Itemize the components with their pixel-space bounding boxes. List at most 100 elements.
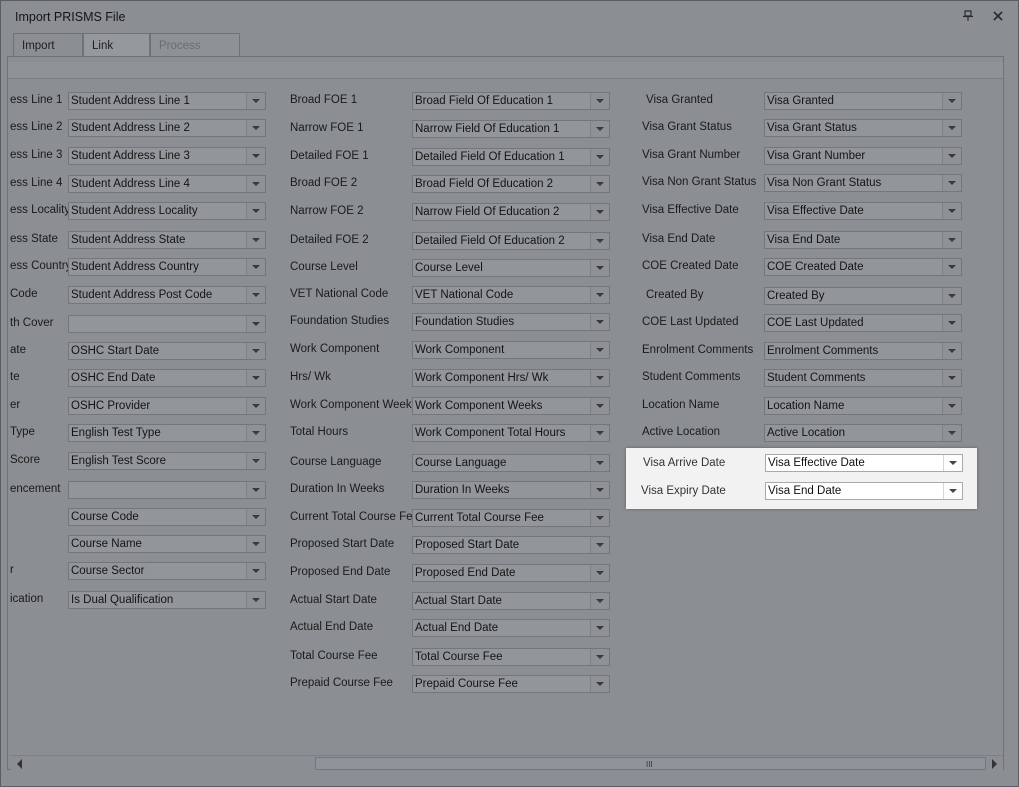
- chevron-down-icon[interactable]: [942, 120, 961, 136]
- chevron-down-icon[interactable]: [590, 565, 609, 581]
- chevron-down-icon[interactable]: [246, 343, 265, 359]
- field-mapping-combo[interactable]: Visa Non Grant Status: [764, 174, 962, 192]
- chevron-down-icon[interactable]: [590, 649, 609, 665]
- scrollbar-thumb[interactable]: III: [315, 757, 986, 770]
- field-mapping-combo[interactable]: Course Code: [68, 508, 266, 526]
- field-mapping-combo[interactable]: Created By: [764, 287, 962, 305]
- scroll-right-icon[interactable]: [992, 759, 997, 769]
- chevron-down-icon[interactable]: [246, 370, 265, 386]
- chevron-down-icon[interactable]: [246, 592, 265, 608]
- chevron-down-icon[interactable]: [942, 232, 961, 248]
- field-mapping-combo[interactable]: Foundation Studies: [412, 313, 610, 331]
- field-mapping-combo[interactable]: Enrolment Comments: [764, 342, 962, 360]
- field-mapping-combo[interactable]: Proposed Start Date: [412, 536, 610, 554]
- chevron-down-icon[interactable]: [590, 537, 609, 553]
- chevron-down-icon[interactable]: [942, 288, 961, 304]
- field-mapping-combo[interactable]: Actual End Date: [412, 619, 610, 637]
- chevron-down-icon[interactable]: [590, 425, 609, 441]
- field-mapping-combo[interactable]: Course Level: [412, 259, 610, 277]
- field-mapping-combo[interactable]: Prepaid Course Fee: [412, 675, 610, 693]
- field-mapping-combo[interactable]: Current Total Course Fee: [412, 509, 610, 527]
- field-mapping-combo[interactable]: Visa Grant Number: [764, 147, 962, 165]
- field-mapping-combo[interactable]: Total Course Fee: [412, 648, 610, 666]
- chevron-down-icon[interactable]: [246, 287, 265, 303]
- pin-icon[interactable]: [961, 10, 975, 24]
- visa-expiry-date-combo[interactable]: Visa End Date: [765, 482, 963, 500]
- field-mapping-combo[interactable]: [68, 481, 266, 499]
- field-mapping-combo[interactable]: Student Comments: [764, 369, 962, 387]
- chevron-down-icon[interactable]: [246, 93, 265, 109]
- field-mapping-combo[interactable]: Student Address Line 3: [68, 147, 266, 165]
- field-mapping-combo[interactable]: English Test Score: [68, 452, 266, 470]
- field-mapping-combo[interactable]: Visa End Date: [764, 231, 962, 249]
- field-mapping-combo[interactable]: Detailed Field Of Education 2: [412, 232, 610, 250]
- field-mapping-combo[interactable]: Actual Start Date: [412, 592, 610, 610]
- chevron-down-icon[interactable]: [942, 315, 961, 331]
- chevron-down-icon[interactable]: [246, 176, 265, 192]
- chevron-down-icon[interactable]: [590, 149, 609, 165]
- field-mapping-combo[interactable]: Narrow Field Of Education 2: [412, 203, 610, 221]
- chevron-down-icon[interactable]: [942, 343, 961, 359]
- chevron-down-icon[interactable]: [590, 314, 609, 330]
- chevron-down-icon[interactable]: [246, 425, 265, 441]
- field-mapping-combo[interactable]: COE Last Updated: [764, 314, 962, 332]
- field-mapping-combo[interactable]: Student Address Line 4: [68, 175, 266, 193]
- chevron-down-icon[interactable]: [590, 510, 609, 526]
- field-mapping-combo[interactable]: Location Name: [764, 397, 962, 415]
- horizontal-scrollbar[interactable]: III: [11, 755, 1003, 772]
- chevron-down-icon[interactable]: [246, 203, 265, 219]
- field-mapping-combo[interactable]: Student Address Locality: [68, 202, 266, 220]
- chevron-down-icon[interactable]: [246, 120, 265, 136]
- tab-import-file[interactable]: Import File: [13, 33, 83, 76]
- scroll-left-icon[interactable]: [17, 759, 22, 769]
- chevron-down-icon[interactable]: [590, 93, 609, 109]
- field-mapping-combo[interactable]: Duration In Weeks: [412, 481, 610, 499]
- field-mapping-combo[interactable]: Work Component Total Hours: [412, 424, 610, 442]
- chevron-down-icon[interactable]: [246, 148, 265, 164]
- chevron-down-icon[interactable]: [942, 148, 961, 164]
- field-mapping-combo[interactable]: Course Language: [412, 454, 610, 472]
- field-mapping-combo[interactable]: OSHC Start Date: [68, 342, 266, 360]
- chevron-down-icon[interactable]: [942, 175, 961, 191]
- chevron-down-icon[interactable]: [590, 676, 609, 692]
- field-mapping-combo[interactable]: Work Component: [412, 341, 610, 359]
- field-mapping-combo[interactable]: Detailed Field Of Education 1: [412, 148, 610, 166]
- chevron-down-icon[interactable]: [590, 287, 609, 303]
- chevron-down-icon[interactable]: [943, 483, 962, 499]
- chevron-down-icon[interactable]: [590, 455, 609, 471]
- field-mapping-combo[interactable]: VET National Code: [412, 286, 610, 304]
- field-mapping-combo[interactable]: OSHC Provider: [68, 397, 266, 415]
- field-mapping-combo[interactable]: Student Address Line 1: [68, 92, 266, 110]
- field-mapping-combo[interactable]: Course Name: [68, 535, 266, 553]
- chevron-down-icon[interactable]: [590, 398, 609, 414]
- chevron-down-icon[interactable]: [590, 482, 609, 498]
- chevron-down-icon[interactable]: [590, 176, 609, 192]
- chevron-down-icon[interactable]: [246, 259, 265, 275]
- chevron-down-icon[interactable]: [246, 482, 265, 498]
- chevron-down-icon[interactable]: [590, 342, 609, 358]
- chevron-down-icon[interactable]: [590, 204, 609, 220]
- field-mapping-combo[interactable]: Active Location: [764, 424, 962, 442]
- field-mapping-combo[interactable]: COE Created Date: [764, 258, 962, 276]
- field-mapping-combo[interactable]: Course Sector: [68, 562, 266, 580]
- chevron-down-icon[interactable]: [246, 509, 265, 525]
- visa-arrive-date-combo[interactable]: Visa Effective Date: [765, 454, 963, 472]
- field-mapping-combo[interactable]: Narrow Field Of Education 1: [412, 120, 610, 138]
- chevron-down-icon[interactable]: [246, 316, 265, 332]
- field-mapping-combo[interactable]: Work Component Hrs/ Wk: [412, 369, 610, 387]
- chevron-down-icon[interactable]: [942, 425, 961, 441]
- chevron-down-icon[interactable]: [590, 260, 609, 276]
- chevron-down-icon[interactable]: [942, 93, 961, 109]
- chevron-down-icon[interactable]: [246, 398, 265, 414]
- chevron-down-icon[interactable]: [943, 455, 962, 471]
- field-mapping-combo[interactable]: Student Address Post Code: [68, 286, 266, 304]
- chevron-down-icon[interactable]: [942, 398, 961, 414]
- chevron-down-icon[interactable]: [590, 593, 609, 609]
- field-mapping-combo[interactable]: English Test Type: [68, 424, 266, 442]
- field-mapping-combo[interactable]: Student Address Line 2: [68, 119, 266, 137]
- chevron-down-icon[interactable]: [246, 232, 265, 248]
- field-mapping-combo[interactable]: Proposed End Date: [412, 564, 610, 582]
- field-mapping-combo[interactable]: Broad Field Of Education 2: [412, 175, 610, 193]
- close-icon[interactable]: [991, 10, 1005, 24]
- field-mapping-combo[interactable]: [68, 315, 266, 333]
